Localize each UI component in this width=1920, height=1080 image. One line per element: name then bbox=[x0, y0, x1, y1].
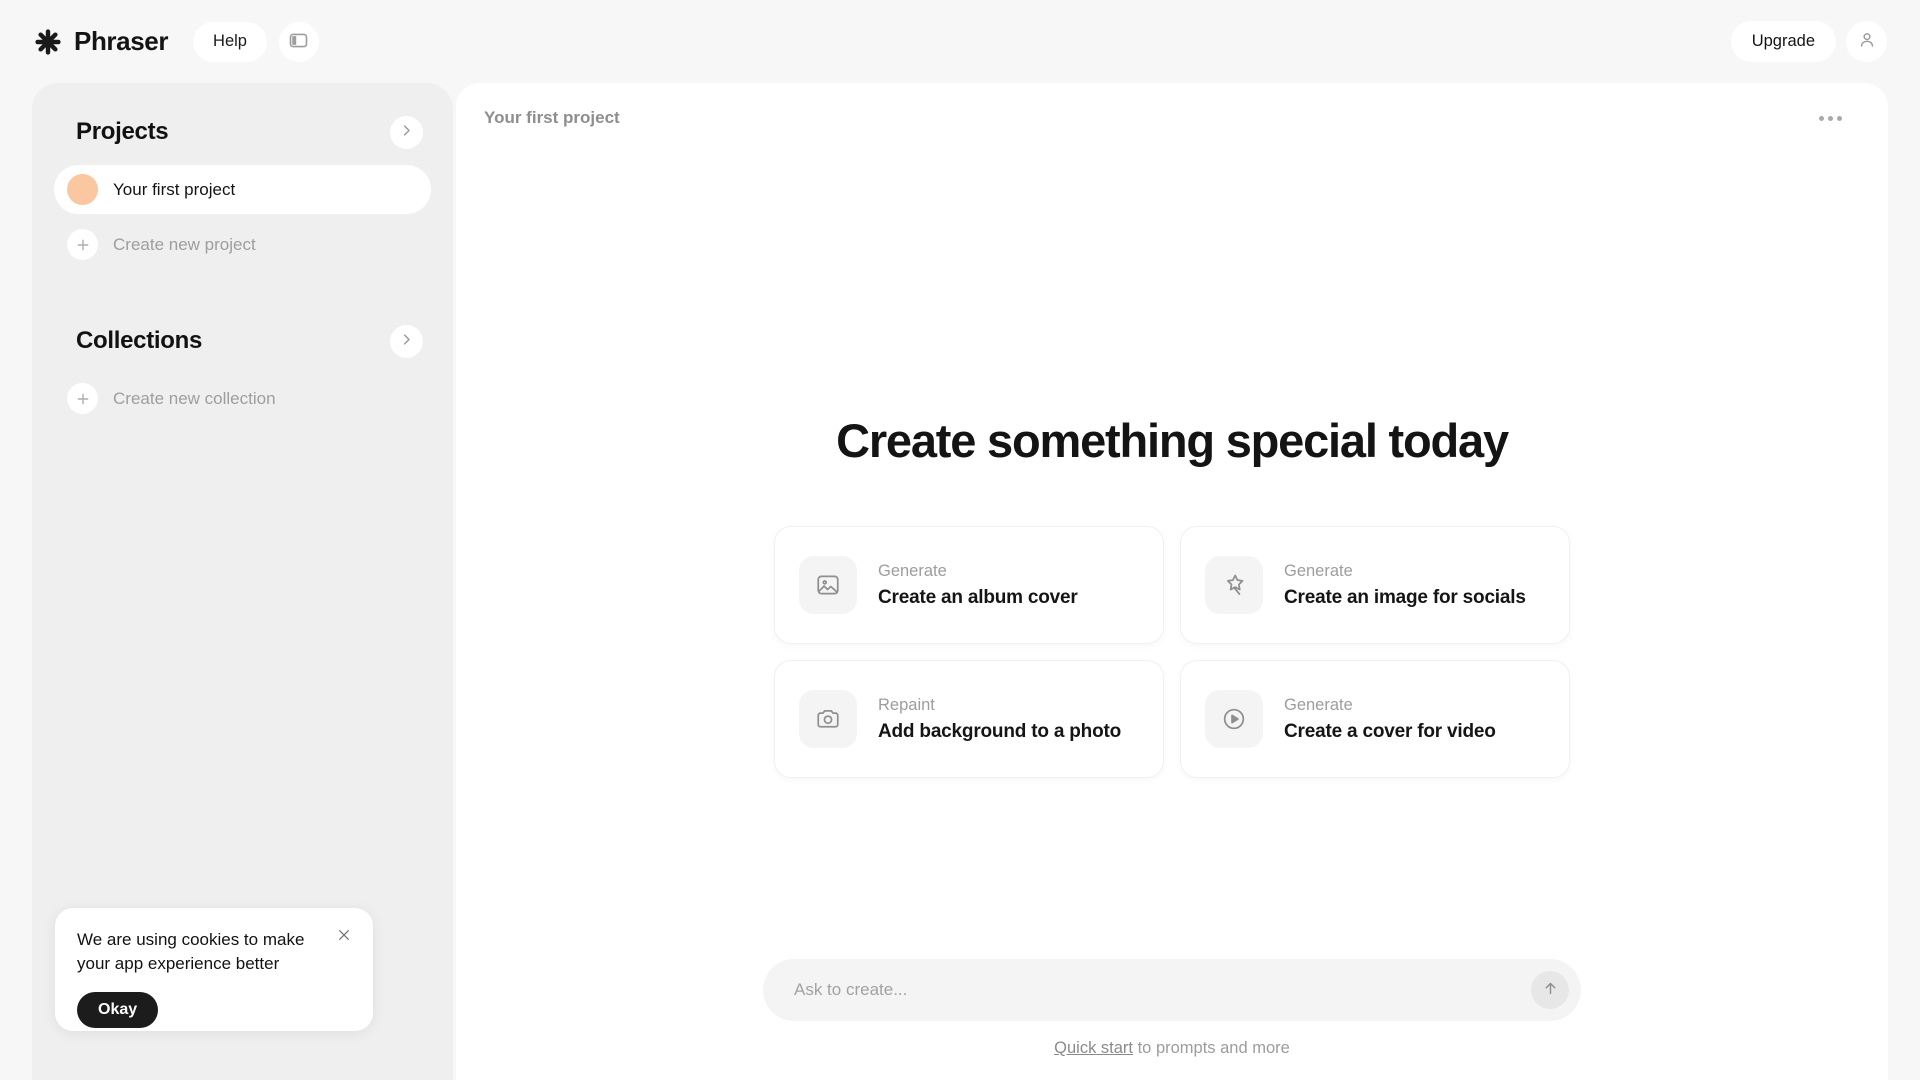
card-kicker: Repaint bbox=[878, 695, 935, 714]
suggestion-card-add-background[interactable]: Repaint Add background to a photo bbox=[774, 660, 1164, 778]
card-title: Add background to a photo bbox=[878, 720, 1122, 742]
card-title: Create a cover for video bbox=[1284, 720, 1496, 742]
project-color-avatar bbox=[67, 174, 98, 205]
sidebar-item-your-first-project[interactable]: Your first project bbox=[54, 165, 431, 214]
arrow-up-icon bbox=[1542, 980, 1559, 1000]
cookie-accept-button[interactable]: Okay bbox=[77, 992, 159, 1029]
suggestion-card-grid: Generate Create an album cover Generate … bbox=[774, 526, 1570, 778]
chevron-right-icon bbox=[399, 123, 414, 141]
plus-icon bbox=[67, 229, 98, 260]
user-avatar-icon bbox=[1857, 30, 1877, 53]
cookie-close-button[interactable] bbox=[333, 925, 355, 947]
brand: Phraser bbox=[33, 26, 168, 57]
create-new-project-button[interactable]: Create new project bbox=[54, 220, 431, 269]
play-circle-icon bbox=[1205, 690, 1263, 748]
top-bar: Phraser Help Upgrade bbox=[0, 0, 1920, 83]
chevron-right-icon bbox=[399, 332, 414, 350]
help-button[interactable]: Help bbox=[193, 21, 267, 62]
composer-bar bbox=[763, 959, 1581, 1021]
sidebar-panel-toggle-button[interactable] bbox=[278, 21, 319, 62]
quick-start-link[interactable]: Quick start bbox=[1054, 1039, 1133, 1057]
page-title: Create something special today bbox=[836, 414, 1509, 467]
projects-expand-button[interactable] bbox=[390, 115, 423, 149]
close-x-icon bbox=[336, 927, 352, 946]
sidebar-panel-icon bbox=[289, 31, 308, 53]
card-text-group: Generate Create an album cover bbox=[878, 562, 1078, 609]
hero-section: Create something special today Generate … bbox=[456, 413, 1888, 778]
main-panel: Your first project Create something spec… bbox=[456, 83, 1888, 1080]
camera-icon bbox=[799, 690, 857, 748]
image-picture-icon bbox=[799, 556, 857, 614]
asterisk-flower-icon bbox=[33, 27, 63, 57]
create-new-project-label: Create new project bbox=[113, 234, 256, 254]
project-label: Your first project bbox=[113, 179, 236, 199]
breadcrumb[interactable]: Your first project bbox=[484, 108, 620, 128]
card-kicker: Generate bbox=[878, 561, 947, 580]
quick-start-rest: to prompts and more bbox=[1133, 1039, 1290, 1057]
upgrade-button[interactable]: Upgrade bbox=[1730, 21, 1836, 62]
card-text-group: Generate Create a cover for video bbox=[1284, 696, 1496, 743]
brand-name: Phraser bbox=[74, 26, 169, 56]
collections-title: Collections bbox=[76, 327, 203, 354]
card-text-group: Repaint Add background to a photo bbox=[878, 696, 1121, 743]
card-title: Create an album cover bbox=[878, 586, 1078, 608]
suggestion-card-album-cover[interactable]: Generate Create an album cover bbox=[774, 526, 1164, 644]
composer-area: Quick start to prompts and more bbox=[763, 959, 1581, 1058]
card-title: Create an image for socials bbox=[1284, 586, 1526, 608]
card-kicker: Generate bbox=[1284, 561, 1353, 580]
main-header: Your first project bbox=[456, 83, 1888, 145]
project-more-options-button[interactable] bbox=[1814, 102, 1846, 134]
send-prompt-button[interactable] bbox=[1531, 971, 1569, 1009]
plus-icon bbox=[67, 383, 98, 414]
projects-title: Projects bbox=[76, 118, 169, 145]
account-button[interactable] bbox=[1846, 21, 1887, 62]
collections-section-header: Collections bbox=[54, 314, 431, 368]
create-new-collection-button[interactable]: Create new collection bbox=[54, 374, 431, 423]
quick-start-hint: Quick start to prompts and more bbox=[1054, 1039, 1290, 1058]
suggestion-card-image-for-socials[interactable]: Generate Create an image for socials bbox=[1180, 526, 1570, 644]
create-new-collection-label: Create new collection bbox=[113, 388, 276, 408]
suggestion-card-cover-for-video[interactable]: Generate Create a cover for video bbox=[1180, 660, 1570, 778]
card-kicker: Generate bbox=[1284, 695, 1353, 714]
cookie-message: We are using cookies to make your app ex… bbox=[77, 930, 305, 974]
cookie-consent-banner: We are using cookies to make your app ex… bbox=[55, 908, 373, 1031]
magic-wand-star-icon bbox=[1205, 556, 1263, 614]
ellipsis-horizontal-icon bbox=[1818, 115, 1842, 121]
collections-expand-button[interactable] bbox=[390, 324, 423, 358]
card-text-group: Generate Create an image for socials bbox=[1284, 562, 1526, 609]
top-bar-right-group: Upgrade bbox=[1730, 21, 1887, 62]
prompt-input[interactable] bbox=[794, 980, 1531, 1000]
projects-section-header: Projects bbox=[54, 105, 431, 159]
